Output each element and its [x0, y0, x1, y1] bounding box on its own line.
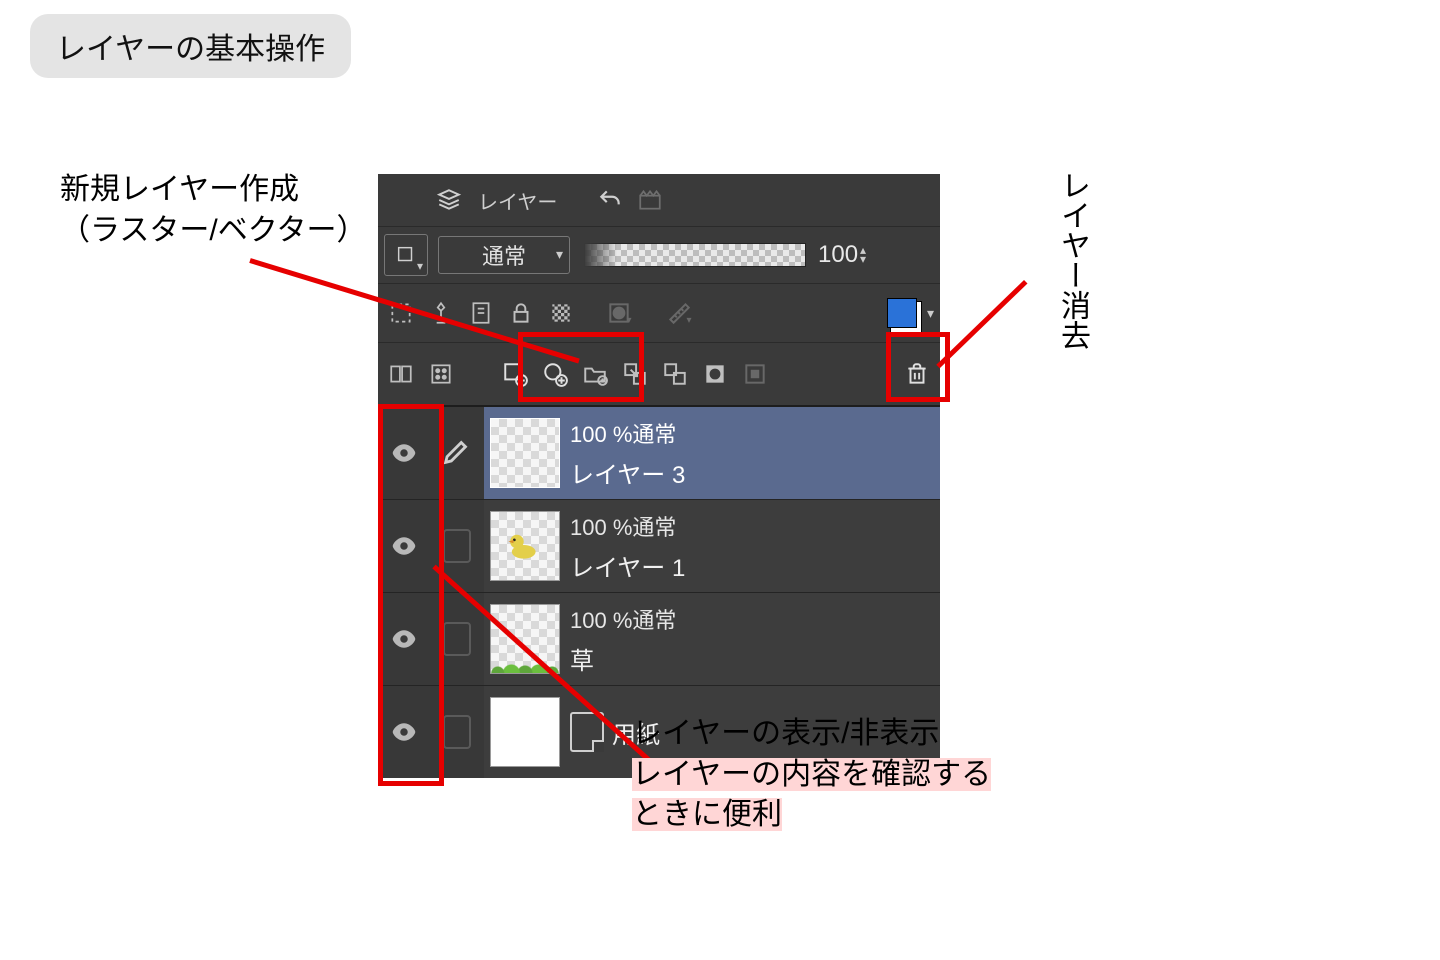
new-vector-layer-icon[interactable] — [538, 357, 572, 391]
layer-mode-label: 100 %通常 — [570, 417, 940, 449]
callout-line — [936, 280, 1027, 368]
layer-thumbnail — [490, 418, 560, 488]
apply-mask-icon[interactable] — [738, 357, 772, 391]
ruler-icon[interactable]: ▾ — [662, 296, 696, 330]
two-pane-icon[interactable] — [384, 357, 418, 391]
new-folder-icon[interactable] — [578, 357, 612, 391]
transfer-down-icon[interactable] — [618, 357, 652, 391]
layer-row[interactable]: 100 %通常 草 — [378, 593, 940, 686]
annotation-delete-layer: レイヤー消去 — [1050, 170, 1094, 350]
palette-icon[interactable] — [424, 357, 458, 391]
edit-indicator — [430, 500, 484, 592]
opacity-value[interactable]: 100 ▴▾ — [818, 241, 866, 269]
layer-thumbnail — [490, 604, 560, 674]
visibility-toggle[interactable] — [378, 500, 430, 592]
layer-row[interactable]: 100 %通常 レイヤー 3 — [378, 407, 940, 500]
layer-row[interactable]: 100 %通常 レイヤー 1 — [378, 500, 940, 593]
visibility-toggle[interactable] — [378, 407, 430, 499]
visibility-toggle[interactable] — [378, 686, 430, 778]
layers-stack-icon — [432, 183, 466, 217]
paper-icon — [570, 712, 604, 752]
edit-indicator — [430, 686, 484, 778]
lightbulb-icon[interactable] — [424, 296, 458, 330]
edit-indicator — [430, 407, 484, 499]
mask-icon[interactable]: ▾ — [602, 296, 636, 330]
opacity-slider[interactable] — [584, 243, 806, 267]
edit-indicator — [430, 593, 484, 685]
visibility-toggle[interactable] — [378, 593, 430, 685]
lock-icon[interactable] — [504, 296, 538, 330]
layer-mode-label: 100 %通常 — [570, 603, 940, 635]
layer-actions-row — [378, 342, 940, 405]
panel-tab-layers[interactable]: レイヤー — [472, 186, 563, 215]
annotation-visibility: レイヤーの表示/非表示 レイヤーの内容を確認する ときに便利 — [632, 714, 991, 836]
delete-layer-button[interactable] — [900, 357, 934, 391]
annotation-new-layer: 新規レイヤー作成 （ラスター/ベクター） — [60, 170, 367, 251]
layer-color-swatch[interactable]: ▾ — [887, 298, 934, 328]
layer-mode-label: 100 %通常 — [570, 510, 940, 542]
layer-panel: レイヤー ▾ 通常 ▾ 100 ▴▾ ▾ ▾ — [378, 174, 940, 778]
merge-down-icon[interactable] — [658, 357, 692, 391]
layer-name[interactable]: レイヤー 3 — [570, 455, 940, 490]
layer-thumbnail — [490, 697, 560, 767]
section-title: レイヤーの基本操作 — [30, 14, 351, 78]
layer-name[interactable]: レイヤー 1 — [570, 548, 940, 583]
layer-name[interactable]: 草 — [570, 641, 940, 676]
lock-alpha-icon[interactable] — [544, 296, 578, 330]
reference-layer-icon[interactable] — [464, 296, 498, 330]
new-layer-split-button[interactable]: ▾ — [384, 234, 428, 276]
layer-thumbnail — [490, 511, 560, 581]
clapper-icon[interactable] — [633, 183, 667, 217]
undo-icon[interactable] — [593, 183, 627, 217]
blend-mode-select[interactable]: 通常 ▾ — [438, 236, 570, 274]
panel-menu-icon[interactable] — [384, 179, 426, 221]
new-raster-layer-icon[interactable] — [498, 357, 532, 391]
opacity-spinner-icon[interactable]: ▴▾ — [860, 246, 866, 264]
flatten-icon[interactable] — [698, 357, 732, 391]
selection-icon[interactable] — [384, 296, 418, 330]
